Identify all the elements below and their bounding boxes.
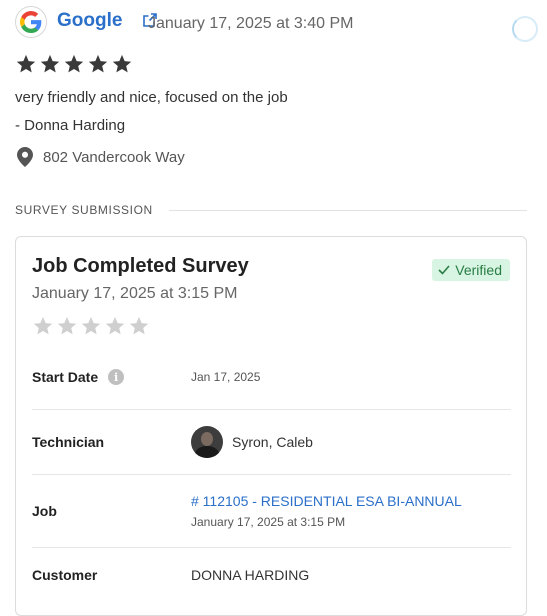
verified-badge: Verified <box>432 259 510 281</box>
review-text: very friendly and nice, focused on the j… <box>15 89 288 106</box>
star-empty-icon <box>105 316 125 335</box>
star-filled-icon <box>112 54 132 73</box>
avatar <box>191 426 223 458</box>
customer-value: DONNA HARDING <box>191 567 310 583</box>
review-rating <box>15 53 133 75</box>
star-filled-icon <box>16 54 36 73</box>
star-filled-icon <box>88 54 108 73</box>
detail-row-technician: Technician Syron, Caleb <box>32 410 511 475</box>
star-empty-icon <box>129 316 149 335</box>
reviewer-name: - Donna Harding <box>15 117 126 134</box>
start-date-value: Jan 17, 2025 <box>191 370 261 384</box>
section-label: SURVEY SUBMISSION <box>15 203 153 217</box>
job-date: January 17, 2025 at 3:15 PM <box>191 515 346 529</box>
survey-details: Start Date i Jan 17, 2025 Technician Syr… <box>32 345 511 602</box>
start-date-label: Start Date <box>32 369 99 385</box>
star-empty-icon <box>33 316 53 335</box>
job-value: # 112105 - RESIDENTIAL ESA BI-ANNUAL Jan… <box>191 493 462 529</box>
location-pin-icon <box>17 147 33 167</box>
info-icon[interactable]: i <box>108 369 125 385</box>
detail-label: Start Date i <box>32 369 191 385</box>
survey-card: Job Completed Survey January 17, 2025 at… <box>15 236 527 616</box>
technician-value: Syron, Caleb <box>191 426 313 458</box>
section-divider: SURVEY SUBMISSION <box>15 203 527 217</box>
detail-row-customer: Customer DONNA HARDING <box>32 548 511 602</box>
divider-line <box>168 209 527 211</box>
review-header: Google January 17, 2025 at 3:40 PM <box>15 6 538 42</box>
check-icon <box>438 265 450 275</box>
survey-title: Job Completed Survey <box>32 255 249 277</box>
star-empty-icon <box>81 316 101 335</box>
detail-row-start-date: Start Date i Jan 17, 2025 <box>32 345 511 410</box>
job-link[interactable]: # 112105 - RESIDENTIAL ESA BI-ANNUAL <box>191 493 462 509</box>
star-empty-icon <box>57 316 77 335</box>
google-logo-icon <box>15 6 47 38</box>
technician-label: Technician <box>32 434 105 450</box>
review-date: January 17, 2025 at 3:40 PM <box>148 15 354 32</box>
detail-row-job: Job # 112105 - RESIDENTIAL ESA BI-ANNUAL… <box>32 475 511 548</box>
technician-name: Syron, Caleb <box>232 434 313 450</box>
survey-date: January 17, 2025 at 3:15 PM <box>32 285 238 302</box>
loading-spinner-icon <box>512 16 538 42</box>
job-label: Job <box>32 503 57 519</box>
review-source-link[interactable]: Google <box>57 10 122 32</box>
customer-label: Customer <box>32 567 98 583</box>
address-text: 802 Vandercook Way <box>43 148 185 166</box>
review-address: 802 Vandercook Way <box>17 147 185 167</box>
survey-rating <box>32 315 150 337</box>
star-filled-icon <box>64 54 84 73</box>
verified-label: Verified <box>455 262 502 278</box>
star-filled-icon <box>40 54 60 73</box>
